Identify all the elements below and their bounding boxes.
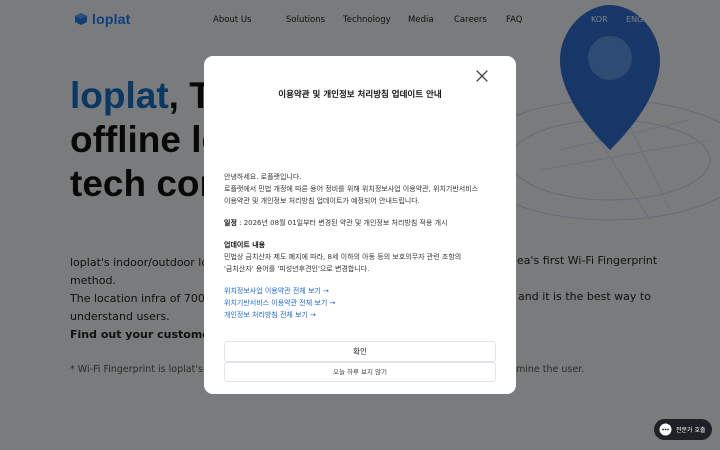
expert-call-button[interactable]: 전문가 호출 bbox=[654, 419, 712, 440]
update-line1: 민법상 금치산자 제도 폐지에 따라, 8세 이하의 아동 등의 보호의무자 관… bbox=[224, 253, 462, 261]
link-privacy-policy[interactable]: 개인정보 처리방침 전체 보기 → bbox=[224, 309, 500, 321]
modal-body: 안녕하세요. 로플랫입니다. 로플랫에서 민법 개정에 따른 용어 정비를 위해… bbox=[224, 171, 500, 321]
modal-intro-line2: 이용약관 및 개인정보 처리방침 업데이트가 예정되어 안내드립니다. bbox=[224, 197, 420, 205]
close-icon[interactable] bbox=[475, 69, 489, 83]
update-label: 업데이트 내용 bbox=[224, 241, 266, 249]
update-line2: '금치산자' 용어를 '피성년후견인'으로 변경합니다. bbox=[224, 265, 370, 273]
dont-show-today-button[interactable]: 오늘 하루 보지 않기 bbox=[224, 362, 496, 382]
expert-call-label: 전문가 호출 bbox=[676, 427, 706, 434]
schedule-text: : 2026년 08월 01일부터 변경된 약관 및 개인정보 처리방침 적용 … bbox=[236, 219, 448, 227]
link-location-service-terms[interactable]: 위치기반서비스 이용약관 전체 보기 → bbox=[224, 297, 500, 309]
modal-intro-line1: 로플랫에서 민법 개정에 따른 용어 정비를 위해 위치정보사업 이용약관, 위… bbox=[224, 185, 479, 193]
modal-greeting: 안녕하세요. 로플랫입니다. bbox=[224, 173, 302, 181]
modal-schedule: 일정 : 2026년 08월 01일부터 변경된 약관 및 개인정보 처리방침 … bbox=[224, 217, 500, 229]
modal-title: 이용약관 및 개인정보 처리방침 업데이트 안내 bbox=[278, 90, 442, 100]
confirm-button[interactable]: 확인 bbox=[224, 341, 496, 362]
schedule-label: 일정 bbox=[224, 219, 237, 227]
link-location-business-terms[interactable]: 위치정보사업 이용약관 전체 보기 → bbox=[224, 285, 500, 297]
chat-bubble-icon bbox=[659, 423, 672, 436]
terms-update-modal: 이용약관 및 개인정보 처리방침 업데이트 안내 안녕하세요. 로플랫입니다. … bbox=[204, 56, 516, 394]
